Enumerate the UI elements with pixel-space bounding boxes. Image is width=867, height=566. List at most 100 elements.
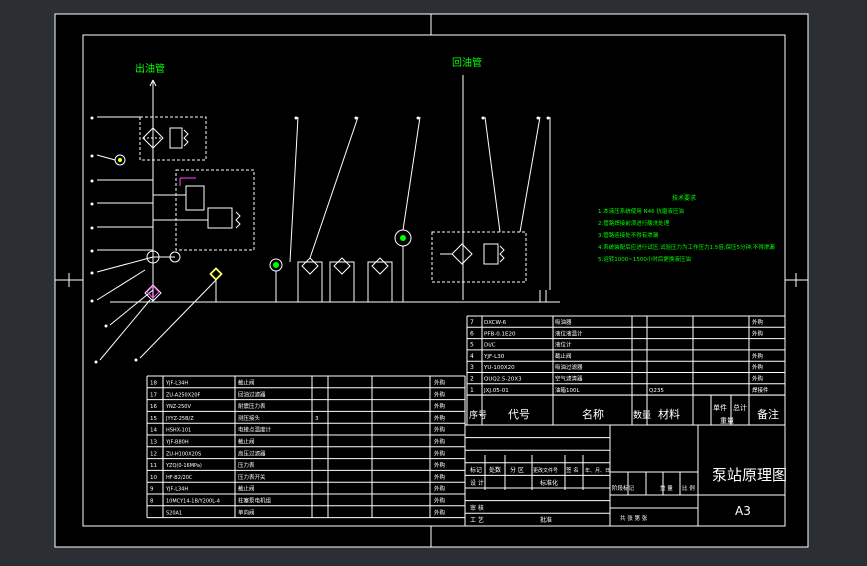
leader-dot [90,226,94,230]
drawing-title: 泵站原理图 [712,466,787,484]
table-cell-no: 10 [150,475,157,481]
technical-notes: 技术要求 [672,194,696,202]
table-cell-no: 4 [470,353,474,360]
table-cell-code: ZU-H100X20S [166,451,201,457]
table-cell-name: 截止阀 [238,379,255,387]
tb-sheets: 共 张 第 张 [620,514,648,522]
leader-dot [536,116,540,120]
table-cell-name: 耐震压力表 [238,402,266,410]
header-total-weight: 总计 [733,403,747,412]
tb-design: 设 计 [470,479,484,487]
table-cell-code: ZU-A250X20F [166,392,201,398]
tb-standardize: 标准化 [540,479,558,487]
table-cell-no: 18 [150,381,157,387]
leader-dot [90,179,94,183]
table-cell-no: 8 [150,499,154,505]
table-cell-remark: 外购 [752,318,764,326]
table-cell-remark: 外购 [752,363,764,371]
table-cell-code: PFB-0.1E20 [484,331,516,337]
table-cell-name: 吸油器 [555,318,572,326]
leader-dot [90,116,94,120]
header-material: 材料 [658,407,680,421]
note-line: 1.本液压系统使用 N46 抗磨液压油 [598,207,684,215]
tb-change-doc: 更改文件号 [533,467,558,474]
table-cell-remark: 外购 [434,508,446,516]
table-cell-code: YJF-B80H [165,440,189,446]
table-cell-code: YJF-L34H [165,487,188,493]
table-cell-code: HSHX-101 [166,428,191,434]
table-cell-remark: 外购 [434,473,446,481]
table-cell-code: YJF-L30 [483,354,505,360]
table-cell-code: JXJ.05-01 [483,388,509,394]
table-cell-name: 吸油过滤器 [555,363,583,371]
table-cell-remark: 外购 [752,375,764,383]
tb-stage-mark: 阶段标记 [612,484,635,492]
leader-dot [104,324,108,328]
table-cell-remark: 外购 [752,352,764,360]
table-cell-name: 测压接头 [238,414,261,422]
table-cell-code: YZQ(0-16MPa) [165,463,202,469]
table-cell-no: 7 [470,319,474,326]
table-cell-remark: 外购 [752,329,764,337]
table-cell-name: 截止阀 [238,485,255,493]
leader-dot [90,249,94,253]
table-cell-no: 2 [470,376,474,383]
notes-title: 技术要求 [672,194,696,202]
table-cell-name: 压力表 [238,461,255,469]
table-cell-remark: 外购 [434,414,446,422]
table-cell-remark: 外购 [434,497,446,505]
table-cell-code: 10MCY14-1B/Y200L-4 [166,499,220,505]
table-cell-remark: 外购 [434,461,446,469]
header-name: 名称 [582,407,604,421]
out-pipe-label: 出油管 [135,62,165,75]
table-cell-remark: 外购 [434,426,446,434]
tb-sign: 签 名 [566,466,579,474]
leader-dot [90,154,94,158]
table-cell-remark: 焊接件 [752,386,769,394]
leader-dot [134,358,138,362]
leader-dot [90,271,94,275]
table-cell-name: 压力表开关 [238,473,266,481]
tb-craft: 工 艺 [470,516,484,524]
drawing-stage: 出油管 回油管 技术要求 泵站原理图 A3 1.本液压系统使用 N46 抗磨液压… [0,0,867,562]
table-cell-code: QUQ2.5-20X3 [484,377,522,383]
drawing-size: A3 [735,504,751,518]
table-cell-qty: 3 [315,416,319,422]
table-cell-name: 高压过滤器 [238,449,266,457]
header-unit-weight: 单件 [713,403,727,412]
table-cell-no: 11 [150,463,157,469]
drawing-sheet: 出油管 回油管 技术要求 泵站原理图 A3 1.本液压系统使用 N46 抗磨液压… [54,13,809,548]
table-cell-material: Q235 [649,388,664,394]
leader-dot [416,116,420,120]
header-qty: 数量 [633,409,651,421]
tb-approve: 批准 [540,516,552,524]
leader-dot [546,116,550,120]
table-cell-name: 单向阀 [238,508,255,516]
table-cell-name: 液位液温计 [555,329,583,337]
table-cell-no: 13 [150,440,157,446]
table-cell-code: HF-B2/20C [166,475,193,481]
note-line: 4.系统装配后应进行试压,试验压力为工作压力1.5倍,保压5分钟,不得渗漏 [598,243,775,251]
table-cell-code: S20A1 [166,510,182,516]
table-cell-no: 14 [150,428,157,434]
table-cell-remark: 外购 [434,402,446,410]
table-cell-no: 5 [470,342,474,349]
tb-mark: 标记 [470,466,482,474]
table-cell-remark: 外购 [434,390,446,398]
table-cell-code: DI/C [484,343,496,349]
table-cell-name: 电接点温度计 [238,426,272,434]
leader-dot [90,202,94,206]
table-cell-name: 回油过滤器 [238,390,266,398]
table-cell-remark: 外购 [434,379,446,387]
note-line: 3.管路连接处不得有渗漏 [598,231,659,239]
leader-dot [94,360,98,364]
header-weight: 重量 [720,417,734,425]
tb-date: 年、月、日 [585,467,610,474]
tb-count: 处数 [489,466,501,474]
note-line: 2.管路焊接前须进行酸洗处理 [598,219,670,227]
table-cell-no: 6 [470,330,474,337]
table-cell-code: YNZ-250V [165,404,191,410]
tb-weight: 重 量 [660,484,673,492]
table-cell-code: DXCW-6 [484,320,507,326]
header-code: 代号 [508,408,530,421]
